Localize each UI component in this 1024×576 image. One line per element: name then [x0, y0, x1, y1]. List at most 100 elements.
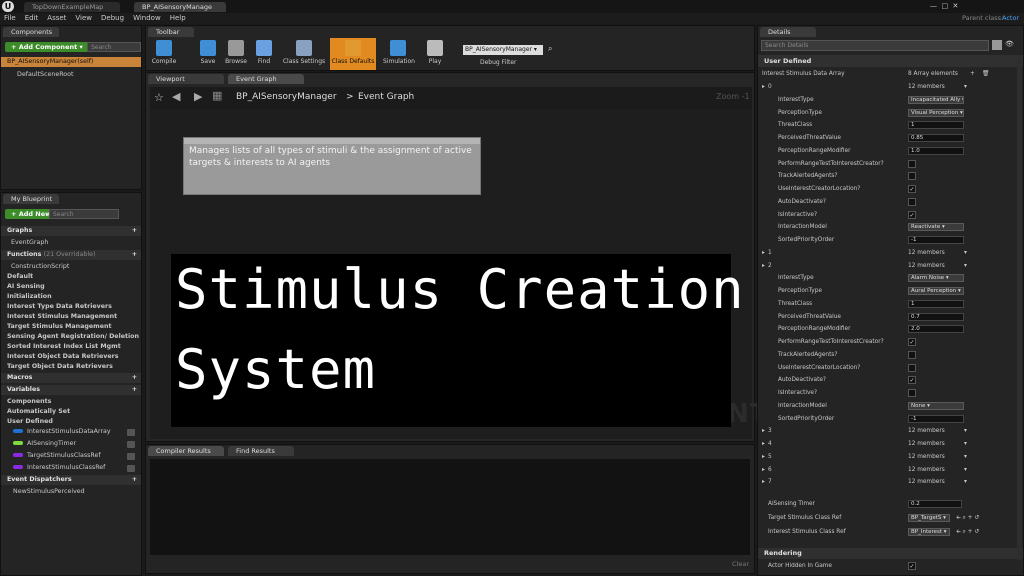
menu-item-window[interactable]: Window — [133, 14, 161, 22]
element-options-icon[interactable]: ▾ — [964, 464, 967, 476]
component-item-self[interactable]: BP_AISensoryManager(self) — [1, 57, 141, 67]
element-options-icon[interactable]: ▾ — [964, 425, 967, 437]
macros-header[interactable]: Macros + — [1, 373, 141, 383]
detail-dropdown[interactable]: Incapacitated Ally ▾ — [908, 95, 964, 104]
function-item[interactable]: Interest Type Data Retrievers — [1, 302, 141, 312]
detail-value-input[interactable]: 1 — [908, 299, 964, 308]
rendering-category[interactable]: Rendering — [758, 548, 1023, 559]
menu-item-edit[interactable]: Edit — [25, 14, 39, 22]
target-class-select[interactable]: BP_TargetS ▾ — [908, 514, 950, 522]
debug-search-icon[interactable]: ⌕ — [548, 44, 552, 54]
menu-item-asset[interactable]: Asset — [47, 14, 66, 22]
variable-visibility-icon[interactable] — [127, 429, 135, 436]
detail-checkbox[interactable]: ✓ — [908, 338, 916, 346]
window-controls[interactable]: — □ ✕ — [930, 2, 958, 10]
element-options-icon[interactable]: ▾ — [964, 451, 967, 463]
timer-value[interactable]: 0.2 — [908, 500, 962, 508]
detail-checkbox[interactable] — [908, 197, 916, 206]
variable-item[interactable]: AISensingTimer — [1, 439, 141, 449]
variable-group[interactable]: Automatically Set — [1, 407, 141, 417]
expand-arrow-icon[interactable]: ▸ — [762, 247, 765, 259]
my-blueprint-search-input[interactable]: Search — [49, 209, 119, 219]
detail-value-input[interactable]: 1.0 — [908, 146, 964, 155]
variables-header[interactable]: Variables + — [1, 385, 141, 395]
element-options-icon[interactable]: ▾ — [964, 260, 967, 272]
element-options-icon[interactable]: ▾ — [964, 247, 967, 259]
detail-value-input[interactable]: -1 — [908, 236, 964, 244]
variable-group[interactable]: User Defined — [1, 417, 141, 427]
detail-checkbox[interactable] — [908, 389, 916, 397]
component-item-root[interactable]: DefaultSceneRoot — [1, 70, 141, 80]
element-options-icon[interactable]: ▾ — [964, 81, 967, 93]
event-graph-item[interactable]: EventGraph — [1, 238, 141, 248]
function-item[interactable]: AI Sensing — [1, 282, 141, 292]
expand-arrow-icon[interactable]: ▸ — [762, 476, 765, 488]
detail-value-input[interactable]: 2.0 — [908, 325, 964, 334]
find-results-tab[interactable]: Find Results — [228, 446, 294, 456]
detail-checkbox[interactable]: ✓ — [908, 376, 916, 385]
toolbar-class-settings-button[interactable]: Class Settings — [281, 38, 327, 70]
menu-item-file[interactable]: File — [4, 14, 16, 22]
actor-hidden-checkbox[interactable]: ✓ — [908, 562, 916, 570]
function-item[interactable]: Target Stimulus Management — [1, 322, 141, 332]
details-tab[interactable]: Details — [760, 27, 816, 37]
variable-visibility-icon[interactable] — [127, 465, 135, 472]
expand-arrow-icon[interactable]: ▸ — [762, 425, 765, 437]
function-item[interactable]: Initialization — [1, 292, 141, 302]
menu-item-help[interactable]: Help — [170, 14, 186, 22]
menu-item-view[interactable]: View — [75, 14, 92, 22]
graphs-header[interactable]: Graphs + — [1, 226, 141, 236]
back-arrow-icon[interactable]: ◀ — [172, 90, 180, 103]
viewport-tab[interactable]: Viewport — [148, 74, 224, 84]
detail-checkbox[interactable] — [908, 159, 916, 168]
toolbar-play-button[interactable]: Play — [420, 38, 450, 70]
add-macro-icon[interactable]: + — [132, 373, 137, 383]
event-dispatchers-header[interactable]: Event Dispatchers + — [1, 475, 141, 485]
toolbar-compile-button[interactable]: Compile — [149, 38, 179, 70]
add-dispatcher-icon[interactable]: + — [132, 475, 137, 485]
expand-arrow-icon[interactable]: ▸ — [762, 451, 765, 463]
expand-arrow-icon[interactable]: ▸ — [762, 464, 765, 476]
variable-group[interactable]: Components — [1, 397, 141, 407]
variable-item[interactable]: TargetStimulusClassRef — [1, 451, 141, 461]
toolbar-find-button[interactable]: Find — [249, 38, 279, 70]
detail-dropdown[interactable]: Alarm Noise ▾ — [908, 274, 964, 283]
variable-item[interactable]: InterestStimulusClassRef — [1, 463, 141, 473]
toolbar-browse-button[interactable]: Browse — [221, 38, 251, 70]
tab-bp-sensory-manager[interactable]: BP_AISensoryManage — [134, 2, 226, 12]
detail-value-input[interactable]: 1 — [908, 121, 964, 130]
dispatcher-item[interactable]: NewStimulusPerceived — [1, 487, 141, 497]
compiler-results-tab[interactable]: Compiler Results — [148, 446, 224, 456]
toolbar-save-button[interactable]: Save — [193, 38, 223, 70]
graph-comment-box[interactable]: Manages lists of all types of stimuli & … — [183, 137, 481, 195]
variable-item[interactable]: InterestStimulusDataArray — [1, 427, 141, 437]
favorite-star-icon[interactable]: ☆ — [154, 91, 164, 104]
functions-header[interactable]: Functions (21 Overridable) + — [1, 250, 141, 260]
property-matrix-icon[interactable] — [992, 40, 1002, 50]
toolbar-class-defaults-button[interactable]: Class Defaults — [330, 38, 376, 70]
event-graph-tab[interactable]: Event Graph — [228, 74, 304, 84]
components-tab[interactable]: Components — [3, 27, 59, 37]
detail-value-input[interactable]: -1 — [908, 414, 964, 423]
clear-button[interactable]: Clear — [732, 560, 749, 568]
element-options-icon[interactable]: ▾ — [964, 438, 967, 450]
target-class-nav-icons[interactable]: 🡨 ⌕ + ↺ — [956, 512, 979, 524]
details-scrollbar[interactable] — [1017, 60, 1022, 560]
details-search-input[interactable]: Search Details — [761, 40, 989, 51]
add-component-button[interactable]: + Add Component ▾ — [5, 42, 89, 52]
expand-arrow-icon[interactable]: ▸ — [762, 81, 765, 93]
detail-checkbox[interactable] — [908, 350, 916, 359]
interest-class-select[interactable]: BP_Interest ▾ — [908, 528, 950, 536]
delete-array-icon[interactable]: 🗑 — [982, 68, 989, 80]
detail-dropdown[interactable]: Aural Perception ▾ — [908, 287, 964, 295]
detail-checkbox[interactable]: ✓ — [908, 185, 916, 193]
variable-visibility-icon[interactable] — [127, 453, 135, 460]
function-item[interactable]: Sensing Agent Registration/ Deletion — [1, 332, 141, 342]
menu-item-debug[interactable]: Debug — [101, 14, 124, 22]
debug-object-select[interactable]: BP_AISensoryManager ▾ — [463, 45, 543, 55]
parent-class-link[interactable]: Actor — [1002, 14, 1019, 22]
detail-value-input[interactable]: 0.85 — [908, 134, 964, 142]
detail-value-input[interactable]: 0.7 — [908, 312, 964, 321]
detail-checkbox[interactable]: ✓ — [908, 210, 916, 219]
function-item[interactable]: Sorted Interest Index List Mgmt — [1, 342, 141, 352]
